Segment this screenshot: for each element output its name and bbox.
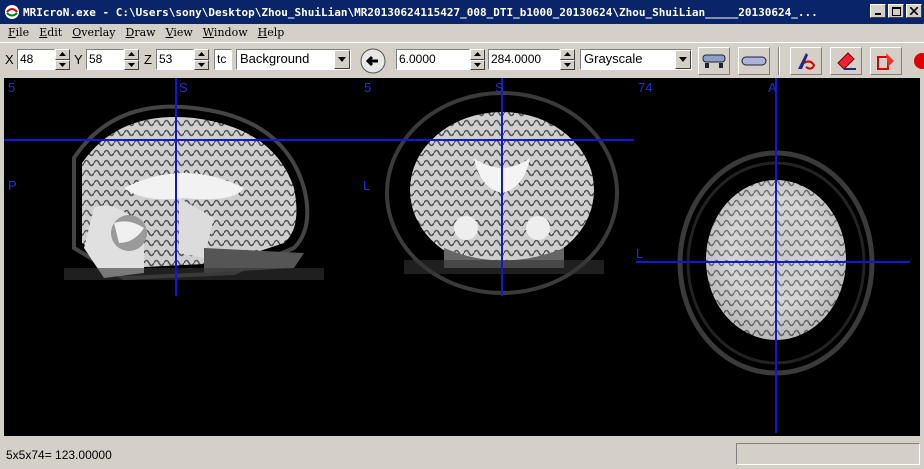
toolbar-separator: [778, 47, 780, 75]
menu-view[interactable]: View: [162, 26, 199, 39]
truncated-field[interactable]: tc: [214, 49, 232, 70]
axial-orientation-left: L: [636, 246, 644, 261]
more-icon: [914, 53, 924, 69]
z-label: Z: [144, 52, 152, 67]
y-coordinate-field[interactable]: 58: [86, 49, 124, 70]
title-bar: MRIcroN.exe - C:\Users\sony\Desktop\Zhou…: [0, 0, 924, 24]
y-label: Y: [74, 52, 83, 67]
minimize-icon: [875, 13, 881, 15]
toolbar: X 48 Y 58 Z 53 tc Background 6.0000 284.…: [0, 42, 924, 76]
oval-button[interactable]: [738, 47, 770, 75]
spin-down-icon[interactable]: [470, 59, 485, 70]
sagittal-orientation-top: S: [179, 80, 188, 95]
mricron-app-icon: [5, 5, 19, 19]
menu-overlay[interactable]: Overlay: [68, 26, 121, 39]
menu-bar: File Edit Overlay Draw View Window Help: [0, 24, 924, 41]
sagittal-orientation-left: P: [8, 178, 17, 193]
menu-file[interactable]: File: [4, 26, 35, 39]
colorscheme-select-value: Grayscale: [584, 51, 643, 66]
sagittal-slice-number: 5: [8, 80, 16, 95]
max-spin-buttons[interactable]: [560, 49, 575, 70]
oval-icon: [741, 56, 767, 66]
axial-slice-number: 74: [638, 80, 653, 95]
z-coordinate-field[interactable]: 53: [156, 49, 194, 70]
spin-up-icon[interactable]: [194, 49, 209, 60]
layer-select[interactable]: Background: [236, 49, 351, 70]
spin-up-icon[interactable]: [124, 49, 139, 60]
spin-down-icon[interactable]: [55, 59, 70, 70]
spin-up-icon[interactable]: [470, 49, 485, 60]
back-button[interactable]: [356, 47, 390, 75]
x-coordinate-field[interactable]: 48: [17, 49, 55, 70]
spin-down-icon[interactable]: [560, 59, 575, 70]
axial-orientation-top: A: [768, 80, 777, 95]
spin-up-icon[interactable]: [560, 49, 575, 60]
coronal-orientation-left: L: [363, 178, 371, 193]
coronal-slice-number: 5: [364, 80, 372, 95]
min-intensity-field[interactable]: 6.0000: [396, 49, 470, 70]
x-label: X: [5, 52, 14, 67]
spin-down-icon[interactable]: [194, 59, 209, 70]
eraser-button[interactable]: [830, 47, 862, 75]
pen-draw-icon: [798, 53, 816, 70]
max-intensity-field[interactable]: 284.0000: [488, 49, 560, 70]
close-button[interactable]: [906, 4, 922, 18]
maximize-icon: [891, 6, 901, 16]
layout-icon: [702, 54, 726, 68]
menu-edit[interactable]: Edit: [35, 26, 68, 39]
pen-draw-button[interactable]: [790, 47, 822, 75]
mri-canvas[interactable]: [4, 78, 920, 436]
coronal-orientation-top: S: [495, 80, 504, 95]
x-spin-buttons[interactable]: [55, 49, 70, 70]
minimize-button[interactable]: [870, 4, 886, 18]
fill-icon: [877, 53, 894, 70]
spin-down-icon[interactable]: [124, 59, 139, 70]
sagittal-slice[interactable]: [64, 104, 324, 281]
spin-up-icon[interactable]: [55, 49, 70, 60]
layer-select-value: Background: [240, 51, 310, 66]
close-icon: [910, 7, 918, 15]
window-title: MRIcroN.exe - C:\Users\sony\Desktop\Zhou…: [23, 5, 818, 19]
fill-button[interactable]: [870, 47, 902, 75]
z-spin-buttons[interactable]: [194, 49, 209, 70]
layout-button[interactable]: [698, 47, 730, 75]
status-text: 5x5x74= 123.00000: [6, 448, 112, 462]
maximize-button[interactable]: [888, 4, 904, 18]
menu-window[interactable]: Window: [199, 26, 254, 39]
more-button[interactable]: [910, 47, 924, 75]
y-spin-buttons[interactable]: [124, 49, 139, 70]
menu-help[interactable]: Help: [254, 26, 291, 39]
status-bar: 5x5x74= 123.00000: [0, 440, 924, 469]
eraser-icon: [837, 52, 856, 70]
status-panel: [736, 443, 920, 465]
back-arrow-icon: [360, 48, 386, 74]
chevron-down-icon[interactable]: [334, 50, 350, 69]
min-spin-buttons[interactable]: [470, 49, 485, 70]
menu-draw[interactable]: Draw: [122, 26, 162, 39]
chevron-down-icon[interactable]: [675, 50, 691, 69]
colorscheme-select[interactable]: Grayscale: [580, 49, 692, 70]
image-viewer[interactable]: 5 S P 5 S L 74 A L: [4, 78, 920, 436]
